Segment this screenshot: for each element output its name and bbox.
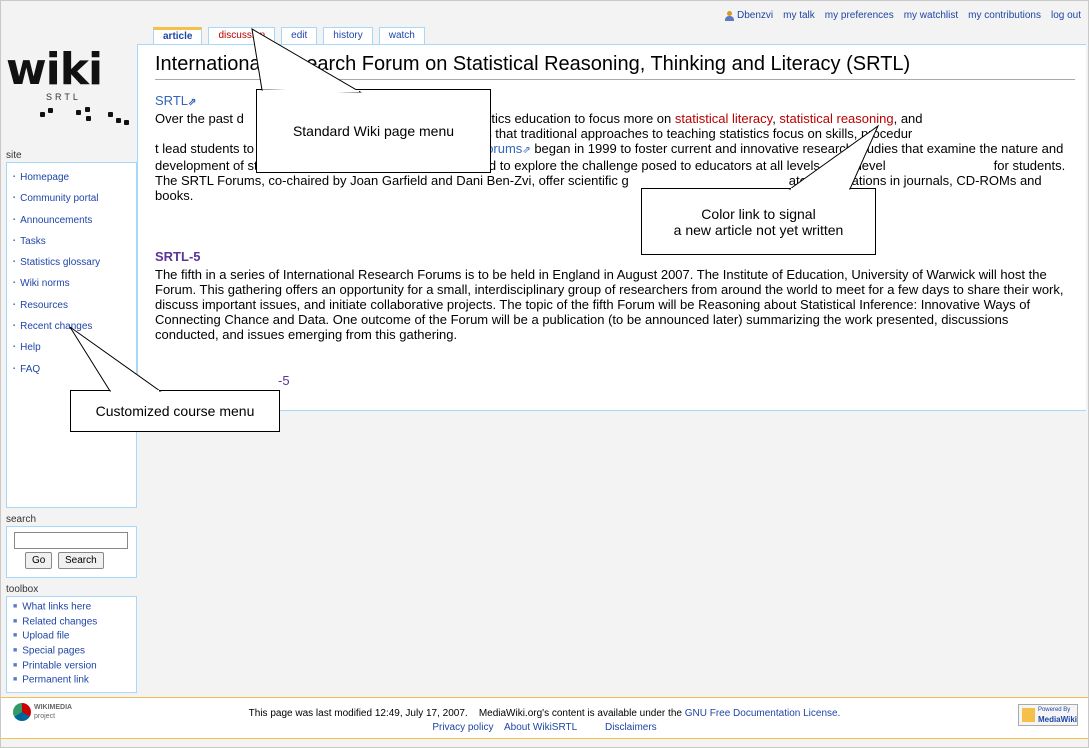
callout-pointers	[69, 28, 880, 392]
